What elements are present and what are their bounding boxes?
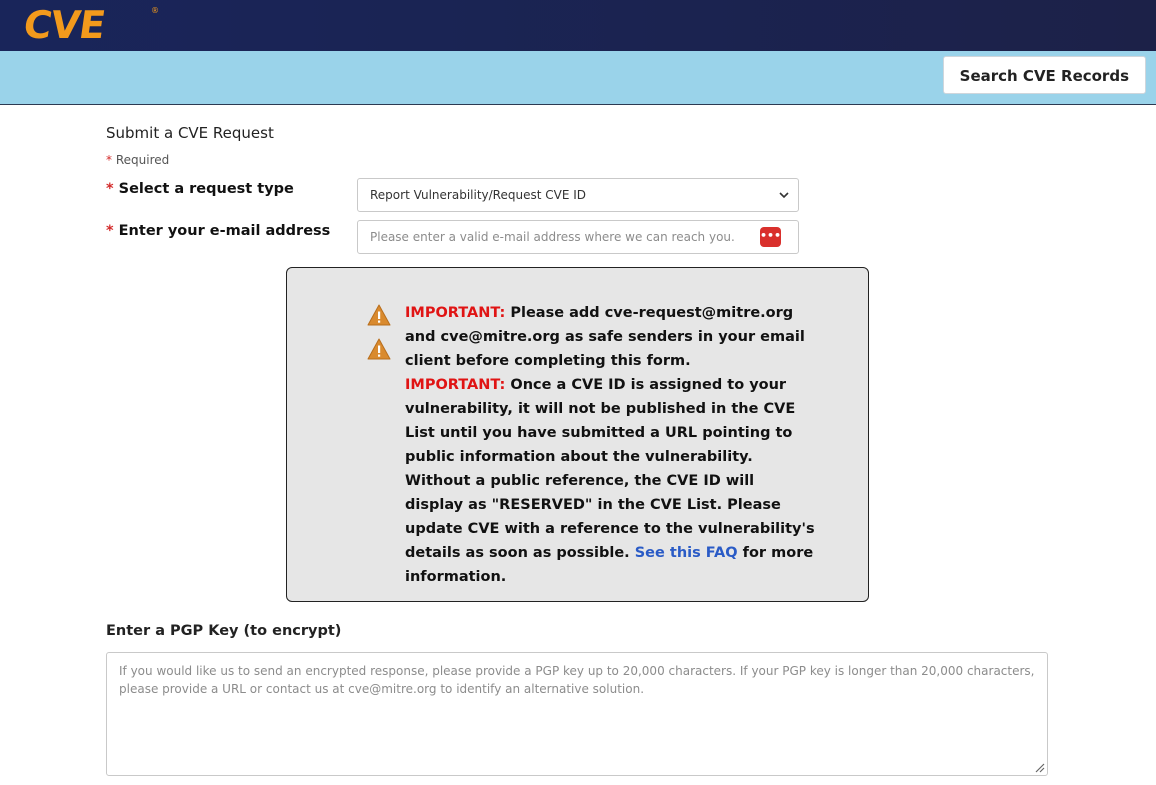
email-placeholder: Please enter a valid e-mail address wher…	[370, 230, 735, 244]
chevron-down-icon	[779, 179, 789, 211]
cve-logo[interactable]: CVE	[21, 3, 107, 47]
email-label: * Enter your e-mail address	[106, 223, 330, 239]
pgp-key-label: Enter a PGP Key (to encrypt)	[106, 623, 342, 639]
password-manager-icon[interactable]: •••	[760, 227, 781, 247]
top-header-bar: CVE ®	[0, 0, 1156, 51]
important-label: IMPORTANT:	[405, 377, 506, 393]
warning-icon	[367, 338, 391, 360]
request-type-label: * Select a request type	[106, 181, 294, 197]
required-asterisk: *	[106, 223, 114, 239]
important-notice-box: IMPORTANT: Please add cve-request@mitre.…	[286, 267, 869, 602]
required-note: * Required	[106, 153, 169, 167]
required-asterisk: *	[106, 153, 112, 167]
required-note-text: Required	[115, 153, 170, 167]
request-type-selected-value: Report Vulnerability/Request CVE ID	[370, 188, 586, 202]
email-label-text: Enter your e-mail address	[118, 223, 331, 239]
notice-paragraph-2: Once a CVE ID is assigned to your vulner…	[405, 377, 815, 561]
warning-icon	[367, 304, 391, 326]
registered-mark: ®	[151, 6, 159, 15]
email-input[interactable]: Please enter a valid e-mail address wher…	[357, 220, 799, 254]
request-type-select[interactable]: Report Vulnerability/Request CVE ID	[357, 178, 799, 212]
form-title: Submit a CVE Request	[106, 124, 274, 142]
request-type-label-text: Select a request type	[118, 181, 294, 197]
important-label: IMPORTANT:	[405, 305, 506, 321]
resize-grip-icon[interactable]	[1033, 761, 1045, 773]
search-cve-records-button[interactable]: Search CVE Records	[942, 56, 1146, 94]
navigation-bar: Search CVE Records	[0, 51, 1156, 105]
pgp-key-textarea[interactable]: If you would like us to send an encrypte…	[106, 652, 1048, 776]
faq-link[interactable]: See this FAQ	[635, 545, 738, 561]
required-asterisk: *	[106, 181, 114, 197]
notice-text: IMPORTANT: Please add cve-request@mitre.…	[405, 301, 815, 589]
pgp-key-placeholder: If you would like us to send an encrypte…	[119, 664, 1035, 696]
